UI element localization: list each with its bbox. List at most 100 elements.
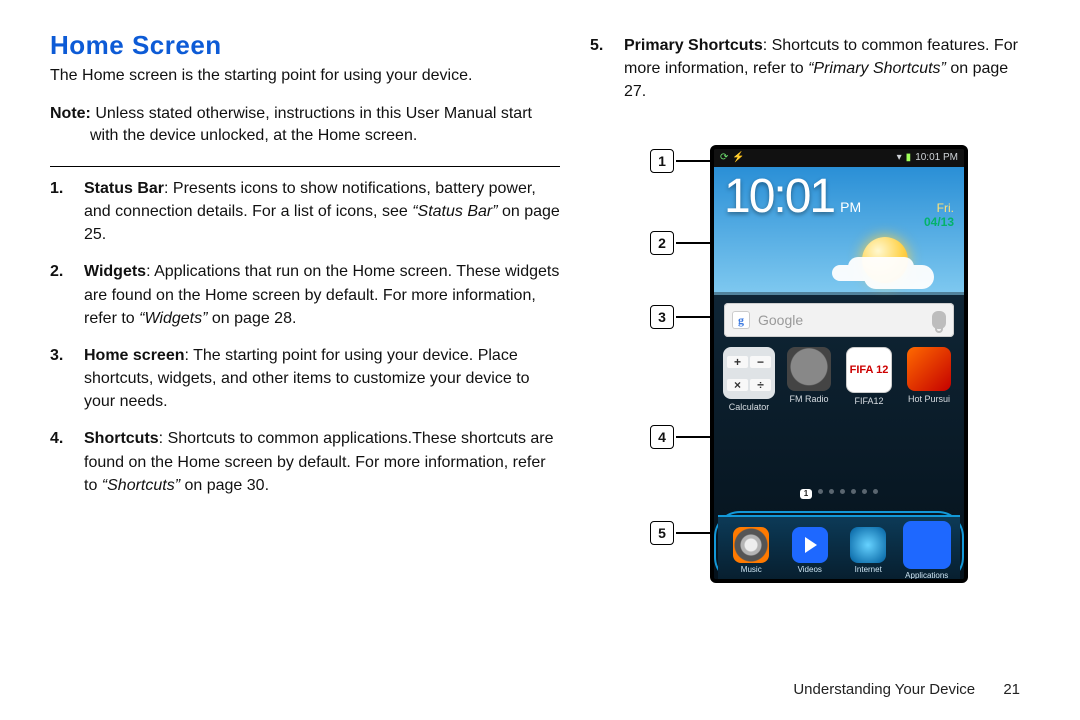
- clock-ampm: PM: [840, 199, 861, 215]
- home-screen-area: g Google +−×÷ Calculator: [714, 295, 964, 579]
- page-dot: [840, 489, 845, 494]
- hotpursuit-icon: [907, 347, 951, 391]
- signal-icon: ⚡: [732, 152, 744, 163]
- music-icon: [733, 527, 769, 563]
- google-g-icon: g: [732, 311, 750, 329]
- clock-day: Fri.: [924, 201, 954, 215]
- sync-icon: ⟳: [720, 152, 728, 163]
- item-number: 4.: [50, 427, 63, 450]
- callout-lead: [676, 532, 710, 534]
- item-number: 2.: [50, 260, 63, 283]
- section-heading: Home Screen: [50, 30, 560, 61]
- page-footer: Understanding Your Device 21: [793, 681, 1020, 698]
- app-shortcut-fifa12: FIFA 12 FIFA12: [844, 347, 894, 412]
- status-right: ▾ ▮10:01 PM: [893, 149, 958, 167]
- clock-time: 10:01: [724, 173, 834, 221]
- item-title: Home screen: [84, 347, 185, 364]
- callout-bubble: 2: [650, 231, 674, 255]
- item-ref: “Widgets”: [139, 310, 207, 327]
- battery-icon: ▮: [906, 152, 912, 163]
- callout-lead: [676, 242, 710, 244]
- intro-text: The Home screen is the starting point fo…: [50, 67, 560, 85]
- google-search-widget: g Google: [724, 303, 954, 337]
- list-item: 2. Widgets: Applications that run on the…: [84, 260, 560, 330]
- fmradio-icon: [787, 347, 831, 391]
- item-ref: “Status Bar”: [412, 203, 497, 220]
- page-dot: [862, 489, 867, 494]
- callout-lead: [676, 436, 710, 438]
- footer-page-number: 21: [1003, 681, 1020, 698]
- status-time: 10:01 PM: [915, 152, 958, 163]
- list-item: 3. Home screen: The starting point for u…: [84, 344, 560, 414]
- app-shortcut-fmradio: FM Radio: [784, 347, 834, 412]
- app-shortcut-calculator: +−×÷ Calculator: [724, 347, 774, 412]
- dock-label: Internet: [855, 565, 882, 574]
- page-dot: [829, 489, 834, 494]
- app-label: Calculator: [729, 402, 770, 412]
- dock-videos: Videos: [782, 527, 838, 574]
- internet-icon: [850, 527, 886, 563]
- item-body-b: on page 28.: [207, 310, 296, 327]
- callout: 4: [650, 425, 710, 449]
- clock-date: 04/13: [924, 215, 954, 229]
- item-title: Status Bar: [84, 180, 164, 197]
- dock-internet: Internet: [840, 527, 896, 574]
- app-label: FIFA12: [854, 396, 883, 406]
- wifi-icon: ▾: [897, 152, 902, 163]
- clock-weather-widget: 10:01 PM Fri. 04/13: [714, 167, 964, 295]
- callout-bubble: 1: [650, 149, 674, 173]
- callouts-column: 1 2 3 4 5: [650, 145, 710, 575]
- applications-icon: [903, 521, 951, 569]
- numbered-list-cont: 5. Primary Shortcuts: Shortcuts to commo…: [590, 34, 1030, 104]
- app-label: Hot Pursui: [908, 394, 950, 404]
- dock-label: Music: [741, 565, 762, 574]
- callout: 2: [650, 231, 710, 255]
- list-item: 5. Primary Shortcuts: Shortcuts to commo…: [624, 34, 1030, 104]
- item-number: 5.: [590, 34, 603, 57]
- list-item: 1. Status Bar: Presents icons to show no…: [84, 177, 560, 247]
- item-number: 3.: [50, 344, 63, 367]
- item-ref: “Shortcuts”: [102, 477, 180, 494]
- status-left-icons: ⟳⚡: [720, 149, 749, 167]
- item-title: Widgets: [84, 263, 146, 280]
- item-number: 1.: [50, 177, 63, 200]
- callout: 5: [650, 521, 710, 545]
- app-shortcut-hotpursuit: Hot Pursui: [904, 347, 954, 412]
- cloud-icon: [864, 265, 934, 289]
- callout-lead: [676, 160, 710, 162]
- note-label: Note:: [50, 105, 91, 122]
- phone-bezel: ⟳⚡ ▾▮10:01 PM 10:01 PM Fri. 04/13: [710, 145, 968, 583]
- dock-label: Videos: [798, 565, 822, 574]
- note-block: Note: Unless stated otherwise, instructi…: [50, 99, 560, 167]
- callout-bubble: 5: [650, 521, 674, 545]
- video-icon: [792, 527, 828, 563]
- dock-applications: Applications: [899, 521, 955, 580]
- callout: 1: [650, 149, 710, 173]
- phone-figure: 1 2 3 4 5 ⟳⚡ ▾▮10:01 PM: [650, 145, 968, 583]
- numbered-list: 1. Status Bar: Presents icons to show no…: [50, 177, 560, 497]
- page-dot-current: 1: [800, 489, 812, 499]
- page-dot: [851, 489, 856, 494]
- callout: 3: [650, 305, 710, 329]
- status-bar: ⟳⚡ ▾▮10:01 PM: [714, 149, 964, 167]
- primary-shortcuts-dock: Music Videos Internet Applications: [718, 515, 960, 581]
- item-ref: “Primary Shortcuts”: [808, 60, 946, 77]
- dock-label: Applications: [905, 571, 948, 580]
- item-title: Primary Shortcuts: [624, 37, 763, 54]
- calculator-icon: +−×÷: [723, 347, 775, 399]
- mic-icon: [932, 311, 946, 329]
- page-indicator: 1: [724, 489, 954, 499]
- widget-footer-bar: [714, 292, 964, 295]
- page-dot: [818, 489, 823, 494]
- callout-bubble: 3: [650, 305, 674, 329]
- item-body-b: on page 30.: [180, 477, 269, 494]
- fifa12-icon: FIFA 12: [846, 347, 892, 393]
- footer-section: Understanding Your Device: [793, 681, 975, 698]
- primary-shortcuts-highlight: Music Videos Internet Applications: [714, 511, 964, 583]
- search-placeholder: Google: [758, 312, 924, 328]
- app-shortcut-row: +−×÷ Calculator FM Radio FIFA 12 FIFA12: [724, 347, 954, 412]
- callout-bubble: 4: [650, 425, 674, 449]
- page-dot: [873, 489, 878, 494]
- item-title: Shortcuts: [84, 430, 159, 447]
- app-label: FM Radio: [789, 394, 828, 404]
